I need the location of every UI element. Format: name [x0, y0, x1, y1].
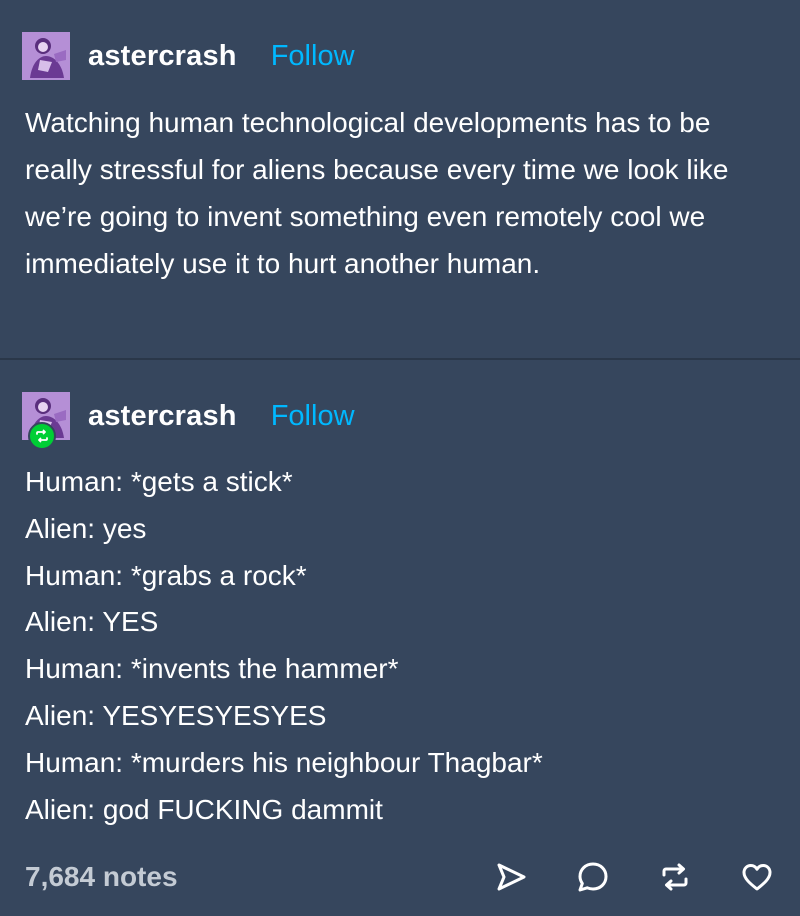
- dialogue-line: Human: *invents the hammer*: [25, 653, 399, 685]
- dialogue-line: Human: *grabs a rock*: [25, 559, 307, 591]
- share-icon: [497, 863, 526, 891]
- reblog-dialogue: Human: *gets a stick* Alien: yes Human: …: [25, 459, 785, 833]
- dialogue-line: Alien: YES: [25, 606, 159, 638]
- dialogue-line: Human: *murders his neighbour Thagbar*: [25, 746, 543, 778]
- notes-count[interactable]: 7,684 notes: [25, 861, 178, 893]
- post-author-username[interactable]: astercrash: [88, 40, 237, 73]
- avatar[interactable]: [22, 32, 70, 80]
- reblog-button[interactable]: [657, 859, 693, 895]
- like-button[interactable]: [739, 859, 775, 895]
- dialogue-line: Alien: yes: [25, 512, 147, 544]
- post-divider: [0, 358, 800, 360]
- post-body-text: Watching human technological development…: [25, 107, 729, 279]
- avatar[interactable]: [22, 392, 70, 450]
- dialogue-line: Alien: god FUCKING dammit: [25, 793, 383, 825]
- dialogue-line: Human: *gets a stick*: [25, 466, 293, 497]
- reply-button[interactable]: [575, 859, 611, 895]
- reblog-icon: [662, 863, 688, 891]
- share-button[interactable]: [493, 859, 529, 895]
- follow-button[interactable]: Follow: [271, 400, 355, 433]
- reblog-badge-icon: [28, 422, 56, 450]
- post-header: astercrash Follow: [22, 32, 355, 80]
- post-actions: [447, 859, 775, 895]
- post-footer: 7,684 notes: [25, 855, 775, 899]
- reply-icon: [578, 862, 608, 892]
- reblog-header: astercrash Follow: [22, 392, 355, 450]
- like-icon: [742, 864, 772, 891]
- avatar-portrait-icon: [22, 32, 70, 80]
- reblog-author-username[interactable]: astercrash: [88, 400, 237, 433]
- dialogue-line: Alien: YESYESYESYES: [25, 699, 327, 731]
- tumblr-post: astercrash Follow Watching human technol…: [0, 0, 800, 916]
- follow-button[interactable]: Follow: [271, 40, 355, 73]
